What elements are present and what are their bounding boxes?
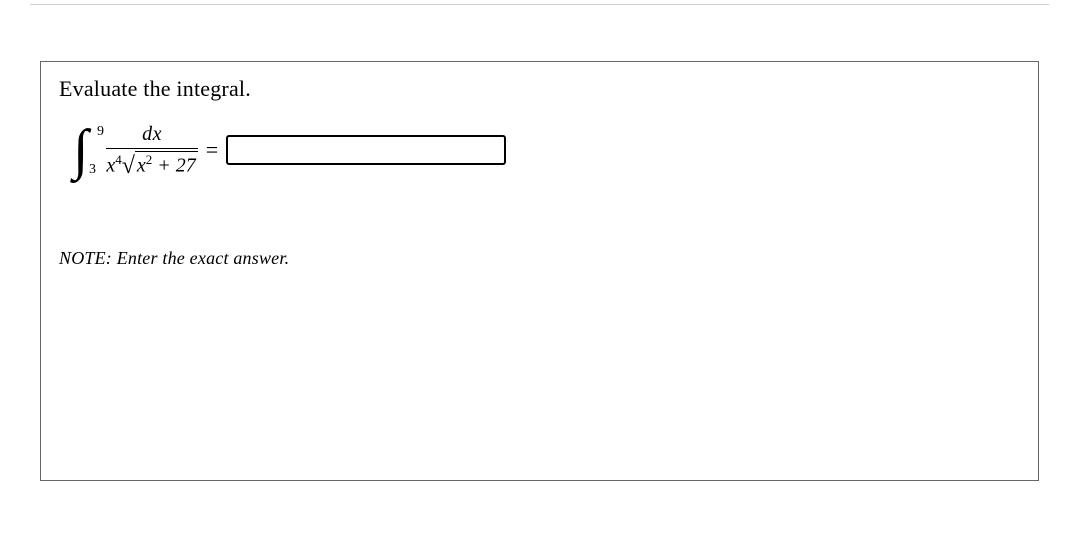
fraction-numerator: dx: [136, 123, 168, 148]
integrand-fraction: dx x4√x2 + 27: [106, 123, 197, 178]
integral-lower-limit: 3: [89, 162, 96, 178]
integral-symbol: ∫: [73, 122, 88, 178]
answer-input[interactable]: [226, 135, 506, 165]
page-container: Evaluate the integral. ∫ 9 3 dx x4√x2 + …: [0, 0, 1079, 546]
note-text: NOTE: Enter the exact answer.: [59, 248, 1020, 269]
equals-sign: =: [206, 137, 218, 163]
problem-card: Evaluate the integral. ∫ 9 3 dx x4√x2 + …: [40, 61, 1039, 481]
problem-prompt: Evaluate the integral.: [59, 76, 1020, 102]
top-divider: [30, 4, 1049, 5]
sqrt-radicand: x2 + 27: [135, 151, 198, 178]
radicand-const: + 27: [152, 154, 196, 176]
denom-var: x: [106, 154, 115, 176]
radicand-var: x: [137, 154, 146, 176]
sqrt-symbol: √: [122, 157, 135, 176]
integral-block: ∫ 9 3: [73, 122, 88, 178]
fraction-denominator: x4√x2 + 27: [106, 149, 197, 178]
integral-upper-limit: 9: [97, 124, 104, 140]
math-expression-row: ∫ 9 3 dx x4√x2 + 27 =: [73, 122, 1020, 178]
sqrt-block: √x2 + 27: [122, 151, 198, 178]
